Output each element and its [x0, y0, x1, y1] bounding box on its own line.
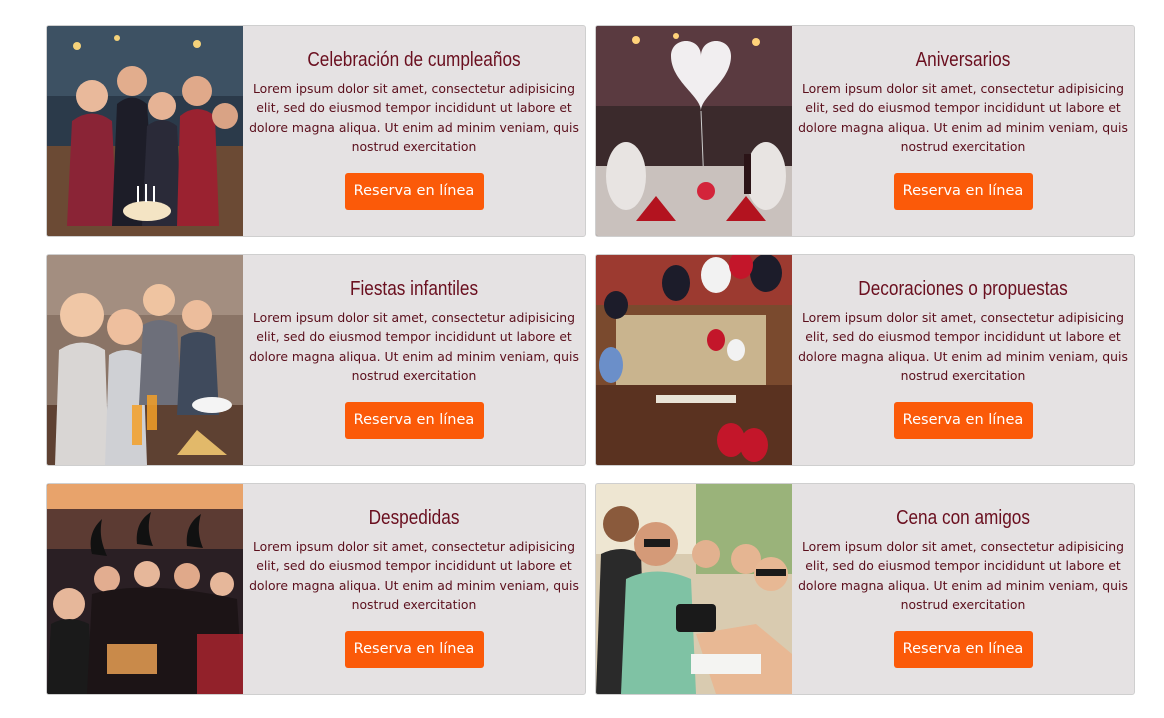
card-title: Cena con amigos — [896, 507, 1030, 529]
service-card-cumpleanos: Celebración de cumpleaños Lorem ipsum do… — [46, 25, 586, 237]
card-body: Fiestas infantiles Lorem ipsum dolor sit… — [243, 255, 585, 465]
birthday-party-photo — [47, 26, 243, 236]
reserve-online-button[interactable]: Reserva en línea — [893, 173, 1033, 210]
reserve-online-button[interactable]: Reserva en línea — [344, 402, 484, 439]
card-description: Lorem ipsum dolor sit amet, consectetur … — [798, 81, 1128, 154]
card-description: Lorem ipsum dolor sit amet, consectetur … — [249, 81, 579, 154]
kids-party-photo — [47, 255, 243, 465]
card-title: Decoraciones o propuestas — [858, 278, 1068, 300]
anniversary-dinner-photo — [596, 26, 792, 236]
service-card-cena-amigos: Cena con amigos Lorem ipsum dolor sit am… — [595, 483, 1135, 695]
reserve-online-button[interactable]: Reserva en línea — [344, 631, 484, 668]
card-title: Celebración de cumpleaños — [307, 49, 521, 71]
balloon-decorations-photo — [596, 255, 792, 465]
card-body: Despedidas Lorem ipsum dolor sit amet, c… — [243, 484, 585, 694]
service-card-decoraciones: Decoraciones o propuestas Lorem ipsum do… — [595, 254, 1135, 466]
service-card-aniversarios: Aniversarios Lorem ipsum dolor sit amet,… — [595, 25, 1135, 237]
service-card-fiestas-infantiles: Fiestas infantiles Lorem ipsum dolor sit… — [46, 254, 586, 466]
card-description: Lorem ipsum dolor sit amet, consectetur … — [798, 539, 1128, 612]
card-body: Celebración de cumpleaños Lorem ipsum do… — [243, 26, 585, 236]
card-title: Despedidas — [368, 507, 460, 529]
farewell-party-photo — [47, 484, 243, 694]
reserve-online-button[interactable]: Reserva en línea — [893, 631, 1033, 668]
card-description: Lorem ipsum dolor sit amet, consectetur … — [249, 539, 579, 612]
card-body: Decoraciones o propuestas Lorem ipsum do… — [792, 255, 1134, 465]
card-description: Lorem ipsum dolor sit amet, consectetur … — [249, 310, 579, 383]
reserve-online-button[interactable]: Reserva en línea — [344, 173, 484, 210]
services-grid: Celebración de cumpleaños Lorem ipsum do… — [46, 25, 1135, 695]
service-card-despedidas: Despedidas Lorem ipsum dolor sit amet, c… — [46, 483, 586, 695]
card-description: Lorem ipsum dolor sit amet, consectetur … — [798, 310, 1128, 383]
card-body: Aniversarios Lorem ipsum dolor sit amet,… — [792, 26, 1134, 236]
friends-dinner-selfie-photo — [596, 484, 792, 694]
reserve-online-button[interactable]: Reserva en línea — [893, 402, 1033, 439]
card-title: Aniversarios — [915, 49, 1011, 71]
card-title: Fiestas infantiles — [349, 278, 479, 300]
card-body: Cena con amigos Lorem ipsum dolor sit am… — [792, 484, 1134, 694]
